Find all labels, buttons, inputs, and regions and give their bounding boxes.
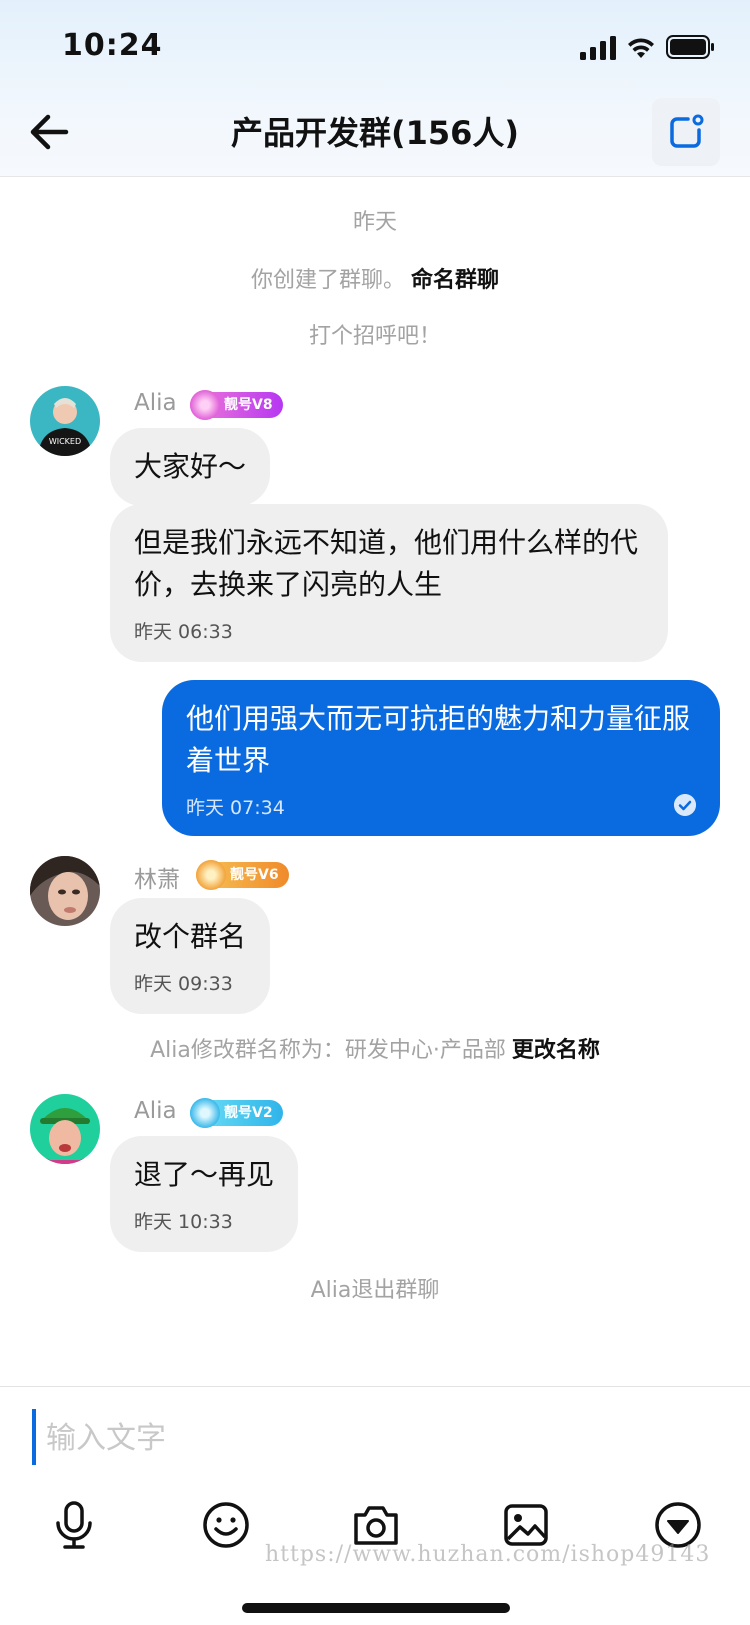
message-time: 昨天 09:33 xyxy=(134,973,233,995)
avatar[interactable]: WICKED xyxy=(30,386,100,456)
message-text: 退了～再见 xyxy=(134,1158,275,1191)
page-title: 产品开发群(156人) xyxy=(230,114,520,152)
battery-icon xyxy=(666,35,714,59)
my-message-bubble[interactable]: 他们用强大而无可抗拒的魅力和力量征服着世界 昨天 07:34 xyxy=(162,680,720,836)
message-bubble[interactable]: 改个群名 昨天 09:33 xyxy=(110,898,271,1014)
message-text: 改个群名 xyxy=(134,920,247,953)
badge-emblem-icon xyxy=(196,860,226,890)
vip-badge: 靓号V8 xyxy=(190,390,283,420)
status-time: 10:24 xyxy=(62,28,163,63)
greeting-notice: 打个招呼吧！ xyxy=(308,324,441,349)
message-text: 他们用强大而无可抗拒的魅力和力量征服着世界 xyxy=(186,702,691,777)
read-check-icon xyxy=(674,794,696,816)
exit-notice: Alia退出群聊 xyxy=(310,1278,440,1303)
message-bubble[interactable]: 但是我们永远不知道，他们用什么样的代价，去换来了闪亮的人生 昨天 06:33 xyxy=(110,504,668,662)
rename-notice: Alia修改群名称为：研发中心·产品部 更改名称 xyxy=(0,1032,750,1064)
badge-emblem-icon xyxy=(190,1098,220,1128)
name-group-link[interactable]: 命名群聊 xyxy=(411,268,499,293)
avatar[interactable] xyxy=(30,856,100,926)
top-bar: 10:24 产品开发群(156人) xyxy=(0,0,750,177)
emoji-icon[interactable] xyxy=(200,1499,252,1551)
message-bubble[interactable]: 退了～再见 昨天 10:33 xyxy=(110,1136,299,1252)
sender-name: 林萧 xyxy=(134,867,180,893)
vip-badge-label: 靓号V8 xyxy=(224,397,273,413)
home-indicator xyxy=(242,1603,510,1613)
watermark: https://www.huzhan.com/ishop49143 xyxy=(265,1542,711,1567)
message-time: 昨天 10:33 xyxy=(134,1211,233,1233)
avatar-image xyxy=(30,856,100,926)
signal-icon xyxy=(580,36,616,60)
vip-badge-label: 靓号V6 xyxy=(230,867,279,883)
date-label: 昨天 xyxy=(352,210,397,235)
message-time: 昨天 07:34 xyxy=(186,797,285,819)
avatar-image xyxy=(30,1094,100,1164)
message-bubble[interactable]: 大家好～ xyxy=(110,428,271,506)
svg-text:WICKED: WICKED xyxy=(49,437,81,446)
composer xyxy=(0,1386,750,1625)
edit-note-icon xyxy=(670,114,704,148)
wifi-icon xyxy=(628,38,654,58)
change-name-link[interactable]: 更改名称 xyxy=(512,1038,600,1063)
rename-notice-text: Alia修改群名称为：研发中心·产品部 xyxy=(150,1038,506,1063)
message-time: 昨天 06:33 xyxy=(134,621,233,643)
text-caret xyxy=(32,1409,36,1465)
vip-badge: 靓号V2 xyxy=(190,1098,283,1128)
avatar[interactable] xyxy=(30,1094,100,1164)
avatar-image: WICKED xyxy=(30,386,100,456)
message-input[interactable] xyxy=(44,1409,708,1467)
message-text: 但是我们永远不知道，他们用什么样的代价，去换来了闪亮的人生 xyxy=(134,526,639,601)
mic-icon[interactable] xyxy=(48,1499,100,1551)
created-notice-text: 你创建了群聊。 xyxy=(250,268,405,293)
created-notice: 你创建了群聊。 命名群聊 xyxy=(0,262,750,294)
group-settings-button[interactable] xyxy=(652,98,720,166)
sender-name: Alia xyxy=(134,390,177,416)
message-text: 大家好～ xyxy=(134,450,247,483)
sender-name: Alia xyxy=(134,1098,177,1124)
vip-badge-label: 靓号V2 xyxy=(224,1105,273,1121)
badge-emblem-icon xyxy=(190,390,220,420)
vip-badge: 靓号V6 xyxy=(196,860,289,890)
